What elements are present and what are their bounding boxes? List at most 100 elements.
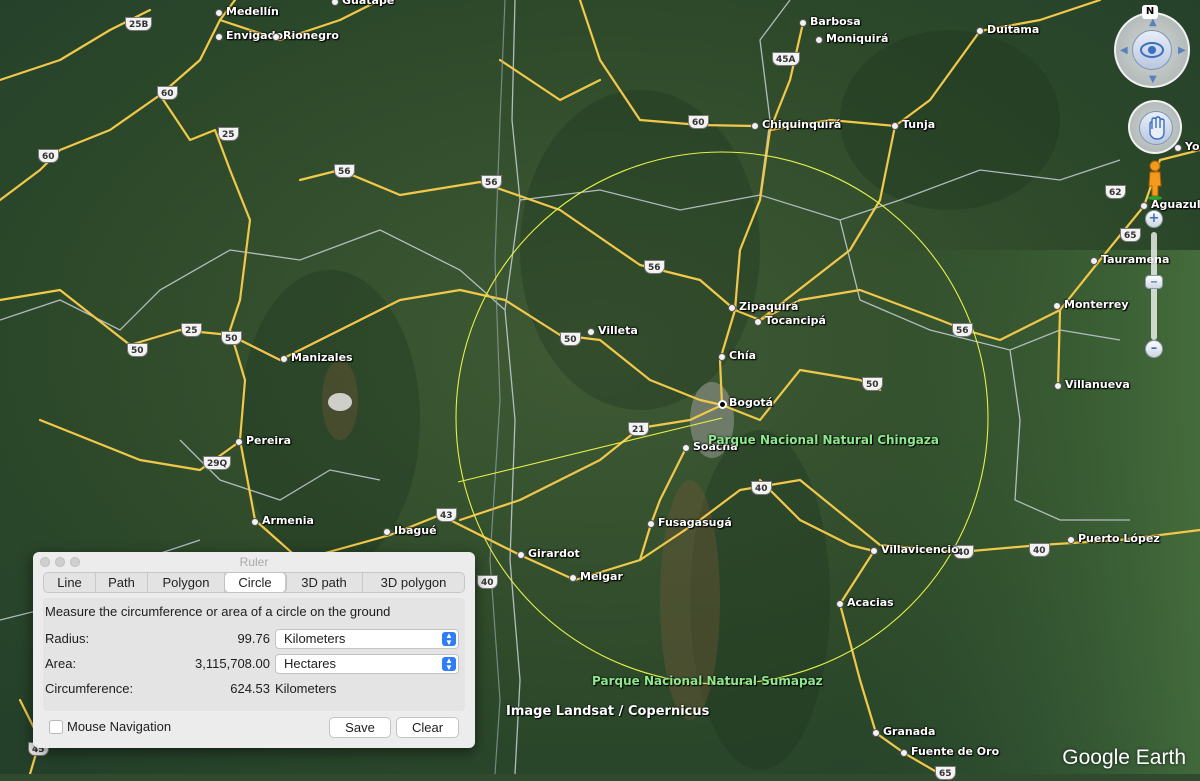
city-marker-icon[interactable] <box>872 729 880 737</box>
look-joystick[interactable] <box>1132 30 1172 70</box>
area-unit-select[interactable]: Hectares ▲ ▼ <box>275 654 459 674</box>
city-marker-icon[interactable] <box>587 328 595 336</box>
city-label[interactable]: Pereira <box>246 434 291 447</box>
city-label[interactable]: Villanueva <box>1065 378 1130 391</box>
city-label[interactable]: Zipaquirá <box>739 300 798 313</box>
ruler-titlebar[interactable]: Ruler <box>33 552 475 572</box>
city-label[interactable]: Armenia <box>262 514 314 527</box>
clear-button[interactable]: Clear <box>396 717 459 738</box>
city-label[interactable]: Fusagasugá <box>658 516 732 529</box>
city-marker-icon[interactable] <box>215 33 223 41</box>
city-marker-icon[interactable] <box>1174 144 1182 152</box>
tab-3d-path[interactable]: 3D path <box>286 573 363 592</box>
city-marker-icon[interactable] <box>1054 382 1062 390</box>
city-marker-icon[interactable] <box>383 528 391 536</box>
city-label[interactable]: Ibagué <box>394 524 437 537</box>
city-marker-icon[interactable] <box>799 19 807 27</box>
park-label[interactable]: Parque Nacional Natural Sumapaz <box>592 674 823 688</box>
imagery-attribution: Image Landsat / Copernicus <box>506 704 710 719</box>
city-label[interactable]: Barbosa <box>810 15 861 28</box>
city-label[interactable]: Medellín <box>226 5 279 18</box>
tab-path[interactable]: Path <box>96 573 148 592</box>
city-marker-icon[interactable] <box>272 33 280 41</box>
pegman-icon[interactable] <box>1146 160 1164 200</box>
city-marker-icon[interactable] <box>280 355 288 363</box>
hand-icon <box>1149 116 1165 140</box>
zoom-thumb[interactable]: – <box>1145 275 1163 289</box>
city-label[interactable]: Girardot <box>528 547 580 560</box>
city-marker-icon[interactable] <box>976 27 984 35</box>
zoom-in-button[interactable]: + <box>1145 210 1163 228</box>
city-marker-icon[interactable] <box>870 547 878 555</box>
park-label[interactable]: Parque Nacional Natural Chingaza <box>708 433 939 447</box>
city-label[interactable]: Granada <box>883 725 935 738</box>
road-shield: 50 <box>862 377 883 391</box>
road-shield: 62 <box>1105 185 1126 199</box>
city-marker-icon[interactable] <box>728 304 736 312</box>
city-marker-icon[interactable] <box>1140 202 1148 210</box>
city-marker-icon[interactable] <box>891 122 899 130</box>
city-marker-icon[interactable] <box>251 518 259 526</box>
city-marker-icon[interactable] <box>1067 536 1075 544</box>
city-marker-icon[interactable] <box>751 122 759 130</box>
zoom-slider[interactable]: + – – <box>1145 210 1163 360</box>
city-label[interactable]: Moniquirá <box>826 32 888 45</box>
look-control[interactable]: ▲ ▼ ◀ ▶ <box>1114 12 1190 88</box>
look-right-arrow-icon[interactable]: ▶ <box>1178 45 1186 56</box>
city-marker-icon[interactable] <box>1053 302 1061 310</box>
city-label[interactable]: Tocancipá <box>765 314 826 327</box>
city-marker-icon[interactable] <box>900 749 908 757</box>
city-marker-icon[interactable] <box>754 318 762 326</box>
city-marker-icon[interactable] <box>1090 257 1098 265</box>
city-label[interactable]: Bogotá <box>729 396 773 409</box>
tab-polygon[interactable]: Polygon <box>148 573 225 592</box>
city-label[interactable]: Fuente de Oro <box>911 745 999 758</box>
city-label[interactable]: Yo <box>1185 140 1200 153</box>
move-joystick[interactable] <box>1139 111 1173 145</box>
city-marker-icon[interactable] <box>569 574 577 582</box>
city-marker-icon[interactable] <box>682 444 690 452</box>
mouse-navigation-checkbox[interactable] <box>49 720 63 734</box>
zoom-out-button[interactable]: – <box>1145 340 1163 358</box>
look-down-arrow-icon[interactable]: ▼ <box>1149 74 1157 85</box>
move-control[interactable] <box>1128 100 1182 154</box>
save-button[interactable]: Save <box>329 717 391 738</box>
mouse-navigation-label: Mouse Navigation <box>67 719 172 734</box>
radius-unit-select[interactable]: Kilometers ▲ ▼ <box>275 629 459 649</box>
city-label[interactable]: Rionegro <box>283 29 339 42</box>
city-label[interactable]: Melgar <box>580 570 623 583</box>
city-label[interactable]: Puerto López <box>1078 532 1160 545</box>
road-shield: 25 <box>181 323 202 337</box>
road-shield: 25B <box>125 17 153 31</box>
road-shield: 56 <box>334 164 355 178</box>
city-marker-icon[interactable] <box>836 600 844 608</box>
city-marker-icon[interactable] <box>815 36 823 44</box>
north-indicator[interactable]: N <box>1142 5 1158 19</box>
city-label[interactable]: Tunja <box>902 118 935 131</box>
look-left-arrow-icon[interactable]: ◀ <box>1120 45 1128 56</box>
city-label[interactable]: Chía <box>729 349 756 362</box>
close-window-button[interactable] <box>40 557 50 567</box>
city-label[interactable]: Villeta <box>598 324 638 337</box>
city-marker-icon[interactable] <box>647 520 655 528</box>
city-marker-icon[interactable] <box>517 551 525 559</box>
zoom-window-button[interactable] <box>70 557 80 567</box>
city-label[interactable]: Duitama <box>987 23 1039 36</box>
city-label[interactable]: Acacias <box>847 596 894 609</box>
city-marker-icon[interactable] <box>718 400 727 409</box>
minimize-window-button[interactable] <box>55 557 65 567</box>
city-marker-icon[interactable] <box>215 9 223 17</box>
city-label[interactable]: Chiquinquirá <box>762 118 841 131</box>
tab-line[interactable]: Line <box>44 573 96 592</box>
city-label[interactable]: Villavicencio <box>881 543 959 556</box>
road-shield: 50 <box>560 332 581 346</box>
tab-3d-polygon[interactable]: 3D polygon <box>363 573 464 592</box>
city-label[interactable]: Manizales <box>291 351 353 364</box>
road-shield: 65 <box>935 766 956 780</box>
city-label[interactable]: Guatapé <box>342 0 394 7</box>
city-label[interactable]: Monterrey <box>1064 298 1129 311</box>
tab-circle[interactable]: Circle <box>225 573 286 592</box>
city-marker-icon[interactable] <box>718 353 726 361</box>
chevron-updown-icon: ▲ ▼ <box>442 657 456 672</box>
city-marker-icon[interactable] <box>235 438 243 446</box>
